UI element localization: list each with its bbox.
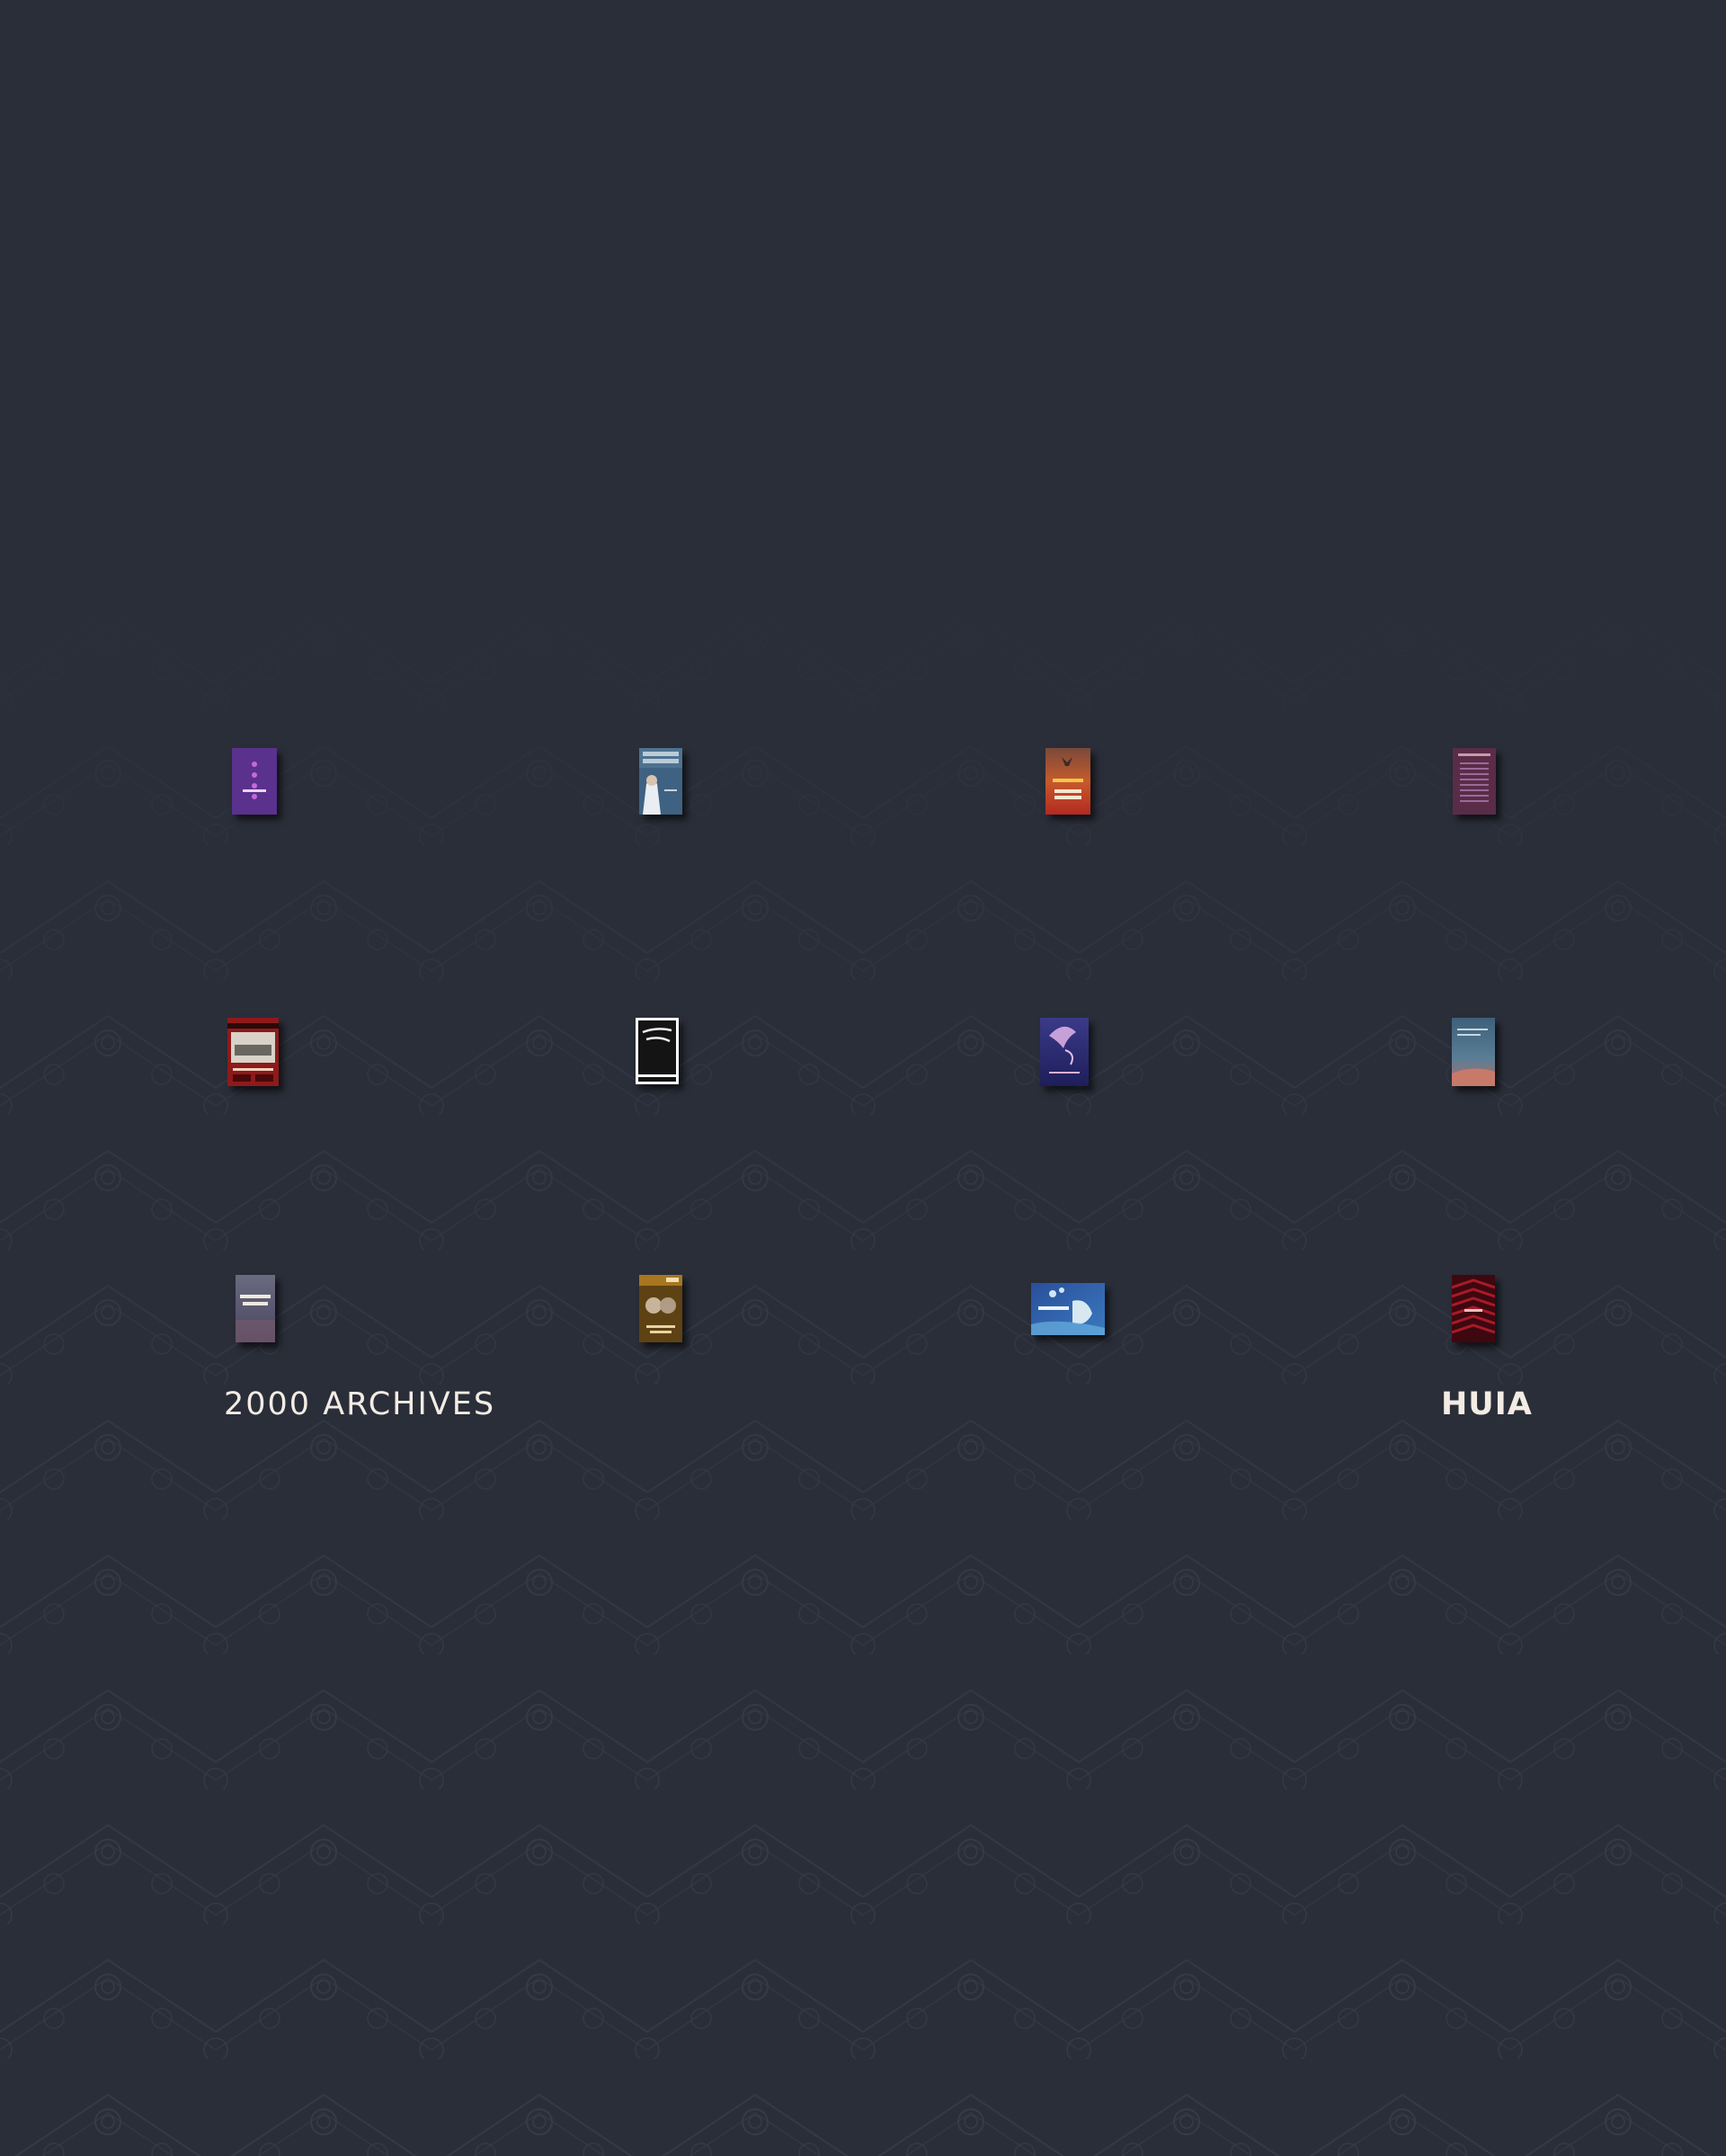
book-cover-10[interactable]: [639, 1275, 682, 1342]
book-cover-12[interactable]: [1452, 1275, 1495, 1342]
book-cover-art: [1040, 1018, 1089, 1086]
book-cover-art: [236, 1275, 275, 1342]
book-cover-6[interactable]: [636, 1018, 679, 1084]
book-cover-art: [1031, 1283, 1105, 1335]
book-cover-art: [1452, 1275, 1495, 1342]
book-cover-art: [227, 1018, 279, 1086]
book-cover-art: [232, 748, 277, 815]
archive-year-label[interactable]: 2000 ARCHIVES: [224, 1385, 495, 1424]
book-cover-11[interactable]: [1031, 1283, 1105, 1335]
book-cover-art: [1452, 1018, 1495, 1086]
book-cover-art: [1453, 748, 1496, 815]
book-cover-4[interactable]: [1453, 748, 1496, 815]
book-cover-9[interactable]: [236, 1275, 275, 1342]
publisher-label[interactable]: HUIA: [1441, 1385, 1533, 1424]
book-cover-5[interactable]: [227, 1018, 279, 1086]
book-cover-1[interactable]: [232, 748, 277, 815]
book-cover-art: [636, 1018, 679, 1084]
book-cover-3[interactable]: [1045, 748, 1090, 815]
book-cover-2[interactable]: [639, 748, 682, 815]
book-cover-8[interactable]: [1452, 1018, 1495, 1086]
book-cover-art: [1045, 748, 1090, 815]
book-cover-art: [639, 748, 682, 815]
book-cover-art: [639, 1275, 682, 1342]
book-cover-7[interactable]: [1040, 1018, 1089, 1086]
